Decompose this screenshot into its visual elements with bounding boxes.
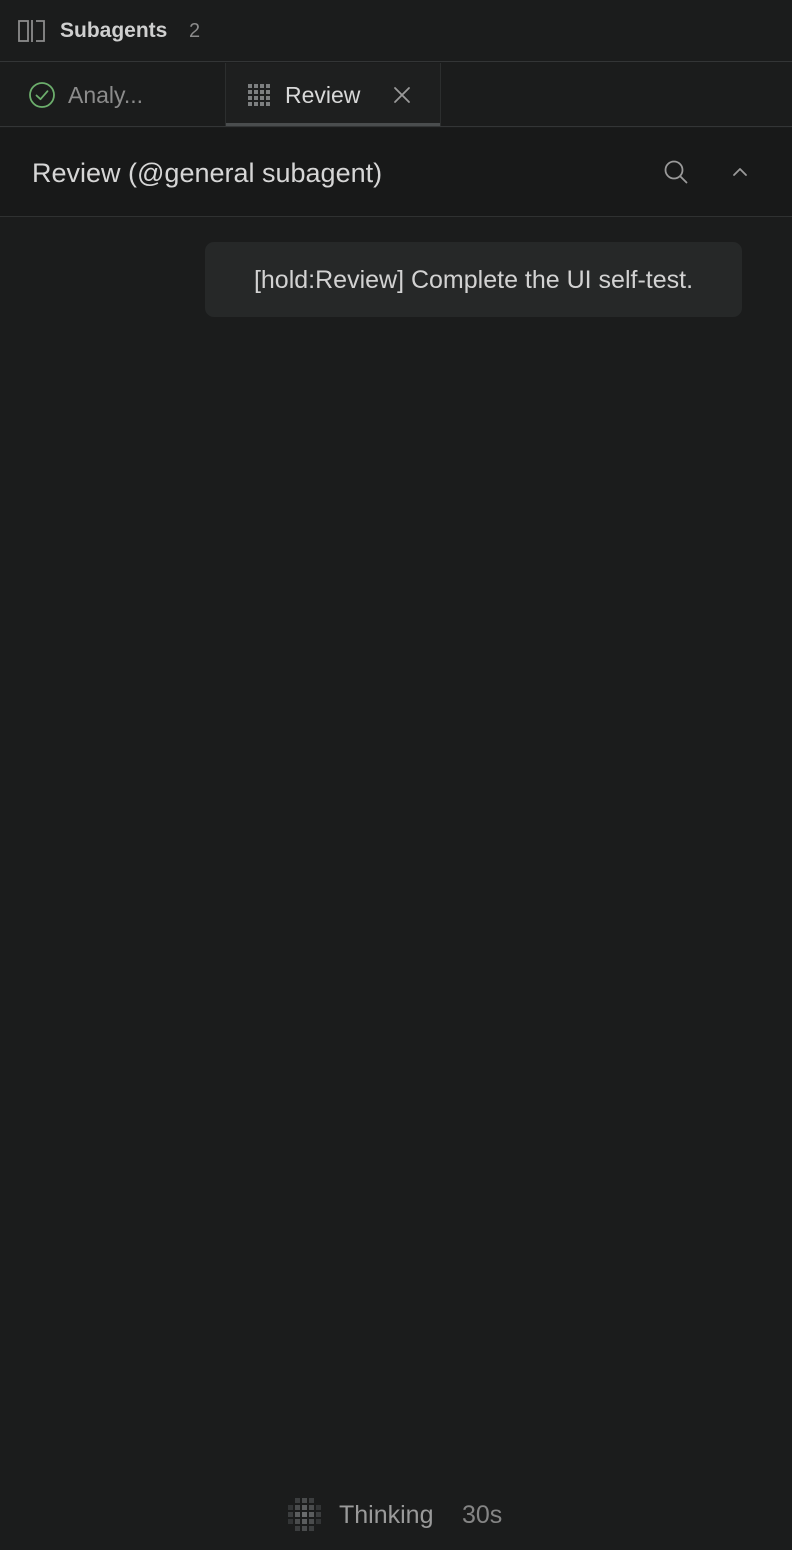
tab-label: Review — [285, 82, 361, 108]
subagents-header: Subagents 2 — [0, 0, 792, 62]
loading-grid-icon — [246, 82, 272, 108]
thinking-label: Thinking — [339, 1501, 434, 1529]
panel-split-icon[interactable] — [18, 19, 46, 43]
loading-grid-icon — [285, 1497, 325, 1533]
check-circle-icon — [28, 81, 56, 109]
subagent-tabs: Analy... Review — [0, 63, 792, 127]
header-title: Subagents — [60, 19, 168, 42]
tab-analysis[interactable]: Analy... — [0, 63, 224, 126]
subagent-count-badge: 2 — [189, 20, 201, 42]
user-message: [hold:Review] Complete the UI self-test. — [205, 242, 742, 317]
thinking-elapsed: 30s — [462, 1501, 503, 1529]
close-icon[interactable] — [391, 84, 413, 106]
active-tab-indicator — [226, 123, 440, 126]
search-icon[interactable] — [663, 159, 689, 185]
chevron-up-icon[interactable] — [729, 161, 751, 183]
tab-label: Analy... — [68, 82, 143, 108]
subagents-window: Subagents 2 Analy... Review Review (@gen… — [0, 0, 792, 1550]
message-text: [hold:Review] Complete the UI self-test. — [253, 265, 694, 294]
tab-review[interactable]: Review — [225, 63, 441, 126]
subagent-panel-header: Review (@general subagent) — [0, 128, 792, 217]
panel-title: Review (@general subagent) — [32, 158, 383, 188]
